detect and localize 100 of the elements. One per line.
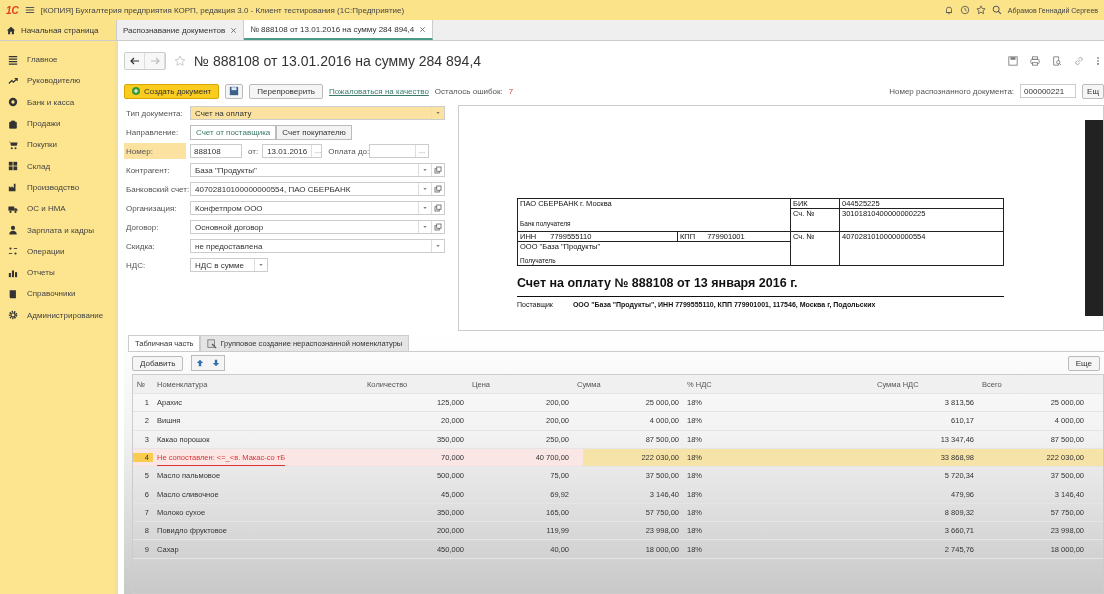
- field-label: НДС:: [125, 259, 147, 272]
- select-field[interactable]: НДС в сумме: [190, 258, 268, 272]
- reference-field[interactable]: Конфетпром ООО: [190, 201, 445, 215]
- complaint-link[interactable]: Пожаловаться на качество: [328, 86, 429, 96]
- recheck-button[interactable]: Перепроверить: [249, 83, 323, 99]
- open-icon[interactable]: [431, 183, 444, 195]
- search-icon[interactable]: [991, 5, 1002, 15]
- magnifier-icon: [207, 338, 218, 349]
- more-button[interactable]: Еще: [1067, 355, 1100, 371]
- recognized-number-field[interactable]: 000000221: [1020, 84, 1077, 98]
- sidebar-label: Справочники: [27, 289, 76, 299]
- bag-icon: [8, 118, 18, 129]
- forward-arrow-icon: [149, 57, 160, 65]
- trend-icon: [8, 75, 18, 86]
- move-up-button[interactable]: [192, 356, 209, 370]
- menu-icon[interactable]: [24, 5, 35, 15]
- close-icon[interactable]: [230, 26, 238, 34]
- field-label: Тип документа:: [125, 107, 184, 120]
- errors-label: Осталось ошибок:: [434, 86, 503, 96]
- back-button[interactable]: [125, 53, 145, 69]
- due-date-field[interactable]: [369, 144, 430, 158]
- sidebar-item[interactable]: Склад: [0, 155, 115, 177]
- direction-toggle-option[interactable]: Счет покупателю: [276, 124, 352, 140]
- factory-icon: [8, 182, 18, 193]
- sidebar-item[interactable]: Покупки: [0, 134, 115, 156]
- tab-label: Распознавание документов: [123, 25, 226, 35]
- sidebar-item[interactable]: Операции: [0, 240, 115, 262]
- invoice-heading: Счет на оплату № 888108 от 13 января 2016 г.: [517, 276, 799, 290]
- gear-icon: [8, 310, 18, 321]
- sidebar-label: ОС и НМА: [27, 204, 66, 214]
- coin-icon: [8, 97, 18, 108]
- more-button[interactable]: Ещ: [1082, 83, 1104, 99]
- sidebar-label: Производство: [27, 182, 80, 192]
- sidebar-label: Отчеты: [27, 268, 55, 278]
- sidebar-item[interactable]: Зарплата и кадры: [0, 219, 115, 241]
- tab-label: № 888108 от 13.01.2016 на сумму 284 894,4: [250, 24, 415, 34]
- sidebar-item[interactable]: Справочники: [0, 283, 115, 305]
- tab-label: Начальная страница: [21, 25, 99, 35]
- sidebar-item[interactable]: Администрирование: [0, 304, 115, 326]
- ops-icon: [8, 246, 18, 257]
- open-icon[interactable]: [431, 221, 444, 233]
- reference-field[interactable]: База "Продукты": [190, 163, 445, 177]
- book-icon: [8, 288, 18, 299]
- save-icon[interactable]: [1008, 56, 1018, 66]
- close-icon[interactable]: [419, 25, 427, 33]
- sidebar-item[interactable]: Главное: [0, 49, 115, 71]
- back-arrow-icon: [129, 57, 140, 65]
- number-field[interactable]: 888108: [190, 144, 242, 158]
- history-icon[interactable]: [959, 5, 970, 15]
- sidebar-label: Продажи: [27, 119, 61, 129]
- reference-field[interactable]: Основной договор: [190, 220, 445, 234]
- sidebar-label: Банк и касса: [27, 97, 75, 107]
- sidebar-label: Склад: [27, 161, 51, 171]
- save-button[interactable]: [225, 83, 244, 99]
- open-icon[interactable]: [431, 202, 444, 214]
- list-icon: [8, 54, 18, 65]
- grid-icon: [8, 161, 18, 172]
- star-icon[interactable]: [975, 5, 986, 15]
- sidebar-label: Операции: [27, 246, 65, 256]
- create-document-button[interactable]: Создать документ: [124, 83, 220, 99]
- field-label: Организация:: [125, 202, 178, 215]
- select-field[interactable]: Счет на оплату: [190, 106, 445, 120]
- page-tab[interactable]: Начальная страница: [0, 20, 117, 40]
- up-arrow-icon: [196, 359, 205, 367]
- person-icon: [8, 225, 18, 235]
- direction-toggle-option[interactable]: Счет от поставщика: [190, 124, 277, 140]
- preview-icon[interactable]: [1052, 56, 1062, 66]
- sidebar-item[interactable]: Руководителю: [0, 70, 115, 92]
- field-label: Скидка:: [125, 240, 156, 253]
- document-title: № 888108 от 13.01.2016 на сумму 284 894,4: [194, 53, 482, 69]
- sidebar-item[interactable]: Отчеты: [0, 261, 115, 284]
- sidebar-item[interactable]: Производство: [0, 176, 115, 199]
- date-field[interactable]: 13.01.2016: [262, 144, 323, 158]
- app-logo: 1С: [6, 4, 19, 16]
- date-label: от:: [248, 146, 259, 156]
- sidebar-item[interactable]: ОС и НМА: [0, 198, 115, 220]
- plus-icon: [132, 87, 140, 95]
- page-tab[interactable]: № 888108 от 13.01.2016 на сумму 284 894,4: [244, 20, 434, 40]
- errors-count: 7: [508, 86, 514, 96]
- select-field[interactable]: не предоставлена: [190, 239, 445, 253]
- link-icon[interactable]: [1074, 56, 1084, 66]
- sidebar-item[interactable]: Продажи: [0, 112, 115, 135]
- reference-field[interactable]: 40702810100000000554, ПАО СБЕРБАНК: [190, 182, 445, 196]
- down-arrow-icon: [212, 359, 221, 367]
- window-title: [КОПИЯ] Бухгалтерия предприятия КОРП, редакция 3.0 - Клиент тестирования (1С:Предприятие): [40, 5, 405, 15]
- open-icon[interactable]: [431, 164, 444, 176]
- move-down-button[interactable]: [208, 356, 225, 370]
- sidebar-item[interactable]: Банк и касса: [0, 91, 115, 113]
- field-label: Контрагент:: [125, 164, 171, 177]
- field-label: Договор:: [125, 221, 160, 234]
- add-button[interactable]: Добавить: [132, 355, 184, 371]
- print-icon[interactable]: [1030, 56, 1040, 66]
- field-label: Направление:: [125, 126, 180, 139]
- recognized-number-label: Номер распознанного документа:: [889, 86, 1015, 96]
- bell-icon[interactable]: [943, 5, 954, 15]
- more-icon[interactable]: [1096, 56, 1100, 66]
- sidebar-label: Покупки: [27, 140, 58, 150]
- field-label: Номер:: [124, 143, 186, 159]
- sidebar-label: Главное: [27, 55, 58, 65]
- sidebar-label: Зарплата и кадры: [27, 225, 94, 235]
